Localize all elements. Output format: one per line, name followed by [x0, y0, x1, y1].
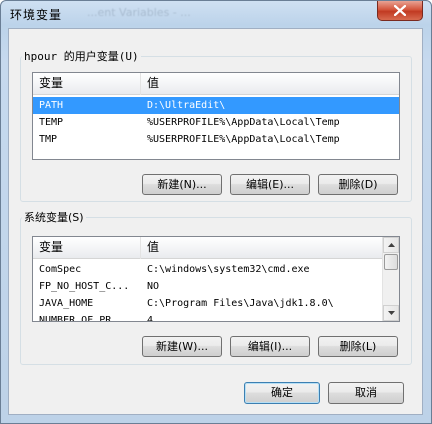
variable-value: NO — [147, 281, 160, 292]
column-header-variable[interactable]: 变量 — [33, 73, 141, 95]
system-variables-list[interactable]: 变量 值 ComSpec C:\windows\system32\cmd.exe… — [32, 236, 400, 322]
user-new-button[interactable]: 新建(N)... — [142, 174, 222, 195]
variable-name: TEMP — [39, 117, 64, 128]
vertical-scrollbar[interactable] — [382, 237, 399, 321]
variable-value: 4 — [147, 315, 154, 322]
scroll-down-button[interactable] — [383, 305, 399, 321]
list-item[interactable]: FP_NO_HOST_C... NO — [33, 278, 382, 295]
window-title: 环境变量 — [10, 8, 63, 22]
column-header-value[interactable]: 值 — [141, 73, 399, 95]
list-item[interactable]: JAVA_HOME C:\Program Files\Java\jdk1.8.0… — [33, 295, 382, 312]
variable-value: C:\windows\system32\cmd.exe — [147, 264, 310, 275]
list-item[interactable]: ComSpec C:\windows\system32\cmd.exe — [33, 261, 382, 278]
variable-name: PATH — [39, 100, 64, 111]
blurred-background-title: ...ent Variables - ... — [87, 6, 191, 19]
variable-name: JAVA_HOME — [39, 298, 94, 309]
close-icon — [394, 5, 406, 16]
column-header-value[interactable]: 值 — [141, 237, 382, 259]
user-variables-list[interactable]: 变量 值 PATH D:\UltraEdit\ TEMP %USERPROFIL… — [32, 72, 400, 160]
system-delete-button[interactable]: 删除(L) — [318, 336, 398, 357]
variable-name: TMP — [39, 134, 58, 145]
variable-value: %USERPROFILE%\AppData\Local\Temp — [147, 117, 340, 128]
user-edit-button[interactable]: 编辑(E)... — [230, 174, 310, 195]
cancel-button[interactable]: 取消 — [328, 382, 404, 404]
user-variables-label: hpour 的用户变量(U) — [22, 48, 141, 64]
title-bar[interactable]: 环境变量 ...ent Variables - ... — [1, 1, 431, 27]
scrollbar-thumb[interactable] — [384, 254, 398, 270]
chevron-down-icon — [387, 311, 395, 315]
list-item[interactable]: PATH D:\UltraEdit\ — [33, 97, 399, 114]
list-header: 变量 值 — [33, 73, 399, 95]
list-item[interactable]: NUMBER_OF_PR... 4 — [33, 312, 382, 322]
variable-value: C:\Program Files\Java\jdk1.8.0\ — [147, 298, 334, 309]
variable-name: ComSpec — [39, 264, 82, 275]
system-variables-label: 系统变量(S) — [22, 209, 86, 225]
system-edit-button[interactable]: 编辑(I)... — [230, 336, 310, 357]
variable-name: NUMBER_OF_PR... — [39, 315, 130, 322]
variable-value: %USERPROFILE%\AppData\Local\Temp — [147, 134, 340, 145]
variable-value: D:\UltraEdit\ — [147, 100, 226, 111]
scroll-up-button[interactable] — [383, 237, 399, 253]
close-button[interactable] — [377, 1, 423, 21]
column-header-variable[interactable]: 变量 — [33, 237, 141, 259]
system-new-button[interactable]: 新建(W)... — [142, 336, 222, 357]
list-item[interactable]: TEMP %USERPROFILE%\AppData\Local\Temp — [33, 114, 399, 131]
list-item[interactable]: TMP %USERPROFILE%\AppData\Local\Temp — [33, 131, 399, 148]
user-delete-button[interactable]: 删除(D) — [318, 174, 398, 195]
chevron-up-icon — [387, 243, 395, 247]
variable-name: FP_NO_HOST_C... — [39, 281, 130, 292]
ok-button[interactable]: 确定 — [244, 382, 320, 404]
list-header: 变量 值 — [33, 237, 399, 259]
